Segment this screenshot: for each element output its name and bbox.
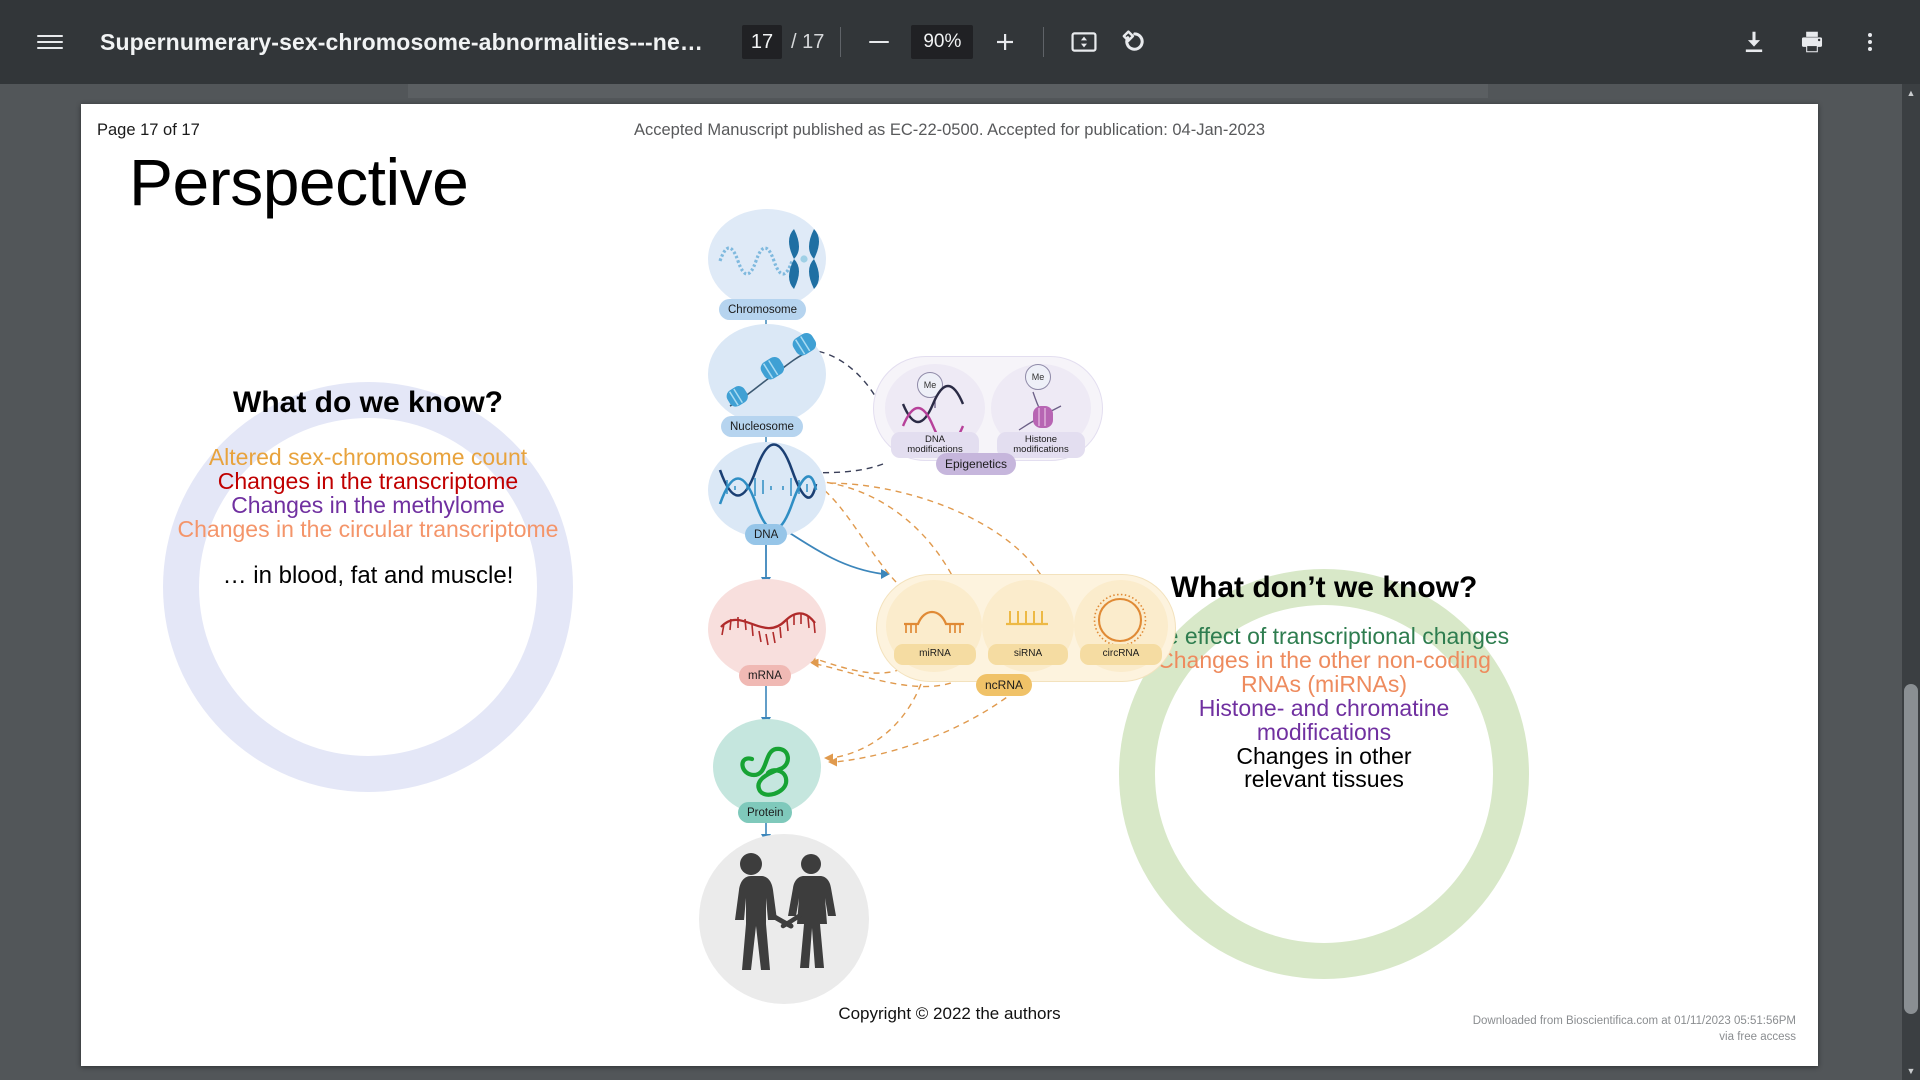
circrna-icon: [1093, 593, 1147, 647]
zoom-in-button[interactable]: [983, 20, 1027, 64]
hamburger-bar: [37, 46, 63, 50]
left-line: Changes in the transcriptome: [217, 467, 519, 494]
sirna-icon: [1006, 611, 1048, 626]
fit-to-page-icon: [1071, 32, 1097, 52]
mrna-strand-icon: [720, 612, 816, 646]
dna-helix-icon: [718, 443, 818, 531]
download-icon: [1745, 31, 1763, 53]
node-label-nucleosome: Nucleosome: [721, 416, 803, 437]
group-label-ncrna: ncRNA: [976, 674, 1033, 696]
pdf-viewer-area[interactable]: Page 17 of 17 Accepted Manuscript publis…: [0, 84, 1920, 1080]
page-number-input[interactable]: [742, 25, 782, 59]
previous-page-edge: [408, 84, 1488, 98]
central-pathway-diagram: Chromosome Nucleosome DNA mRNA Protein M…: [661, 124, 1221, 1044]
slide-title: Perspective: [129, 145, 469, 219]
download-button[interactable]: [1730, 18, 1778, 66]
download-attribution-line2: via free access: [1719, 1030, 1796, 1043]
protein-coil-icon: [740, 746, 790, 797]
page-navigation: / 17: [742, 25, 824, 59]
more-vertical-icon: [1867, 46, 1873, 52]
node-protein: Protein: [686, 719, 846, 831]
histone-modification-icon: [1018, 391, 1062, 431]
group-epigenetics: Me DNA modifications Me Histone modifica…: [873, 356, 1103, 484]
ncrna-label-sirna: siRNA: [988, 644, 1068, 665]
node-chromosome: Chromosome: [686, 209, 846, 327]
more-vertical-icon: [1867, 39, 1873, 45]
rotate-counterclockwise-icon: [1122, 30, 1145, 51]
zoom-controls: 90%: [857, 20, 1027, 64]
left-line: Changes in the methylome: [231, 491, 505, 518]
node-mrna: mRNA: [686, 579, 846, 694]
scroll-down-arrow-icon[interactable]: ▼: [1902, 1062, 1920, 1080]
zoom-out-button[interactable]: [857, 20, 901, 64]
left-circle-title: What do we know?: [233, 386, 503, 419]
group-label-epigenetics: Epigenetics: [936, 453, 1017, 475]
toolbar-divider: [840, 27, 842, 57]
node-label-dna: DNA: [745, 524, 788, 545]
chromosome-icon: [718, 229, 819, 289]
left-circle-footer: … in blood, fat and muscle!: [222, 561, 514, 589]
node-label-mrna: mRNA: [739, 665, 791, 686]
left-circle-lines: Altered sex-chromosome count Changes in …: [133, 444, 603, 542]
node-label-chromosome: Chromosome: [719, 299, 807, 320]
what-do-we-know-ring: What do we know? Altered sex-chromosome …: [163, 382, 573, 792]
more-vertical-icon: [1867, 32, 1873, 38]
vertical-scrollbar[interactable]: ▲ ▼: [1902, 84, 1920, 1080]
page-total-label: / 17: [791, 30, 825, 53]
methyl-badge-histone: Me: [1025, 364, 1051, 390]
hamburger-menu-icon[interactable]: [26, 18, 74, 66]
what-do-we-know-content: What do we know? Altered sex-chromosome …: [133, 386, 603, 589]
nucleosome-icon: [726, 332, 817, 407]
rotate-counterclockwise-button[interactable]: [1108, 18, 1156, 66]
toolbar-divider: [1043, 27, 1045, 57]
node-dna: DNA: [686, 442, 846, 552]
pdf-page: Page 17 of 17 Accepted Manuscript publis…: [81, 104, 1818, 1066]
print-icon: [1801, 31, 1823, 53]
ncrna-label-circrna: circRNA: [1080, 644, 1162, 665]
node-nucleosome: Nucleosome: [686, 324, 846, 442]
more-options-button[interactable]: [1846, 18, 1894, 66]
print-button[interactable]: [1788, 18, 1836, 66]
scrollbar-thumb[interactable]: [1904, 684, 1918, 1014]
dna-modification-icon: [901, 384, 965, 446]
plus-icon: [997, 34, 1014, 50]
male-female-silhouette-icon: [735, 853, 836, 970]
node-people: [681, 834, 869, 1009]
left-line: Changes in the circular transcriptome: [177, 515, 559, 542]
minus-icon: [869, 40, 890, 44]
hamburger-bar: [37, 34, 63, 38]
download-attribution-line1: Downloaded from Bioscientifica.com at 01…: [1472, 1015, 1796, 1027]
pdf-viewer-toolbar: Supernumerary-sex-chromosome-abnormaliti…: [0, 0, 1920, 84]
download-attribution: Downloaded from Bioscientifica.com at 01…: [1473, 1014, 1796, 1045]
ncrna-label-mirna: miRNA: [894, 644, 976, 665]
scroll-up-arrow-icon[interactable]: ▲: [1902, 84, 1920, 102]
left-line: Altered sex-chromosome count: [208, 444, 528, 470]
histone-mod-line2: modifications: [1013, 444, 1069, 455]
hamburger-bar: [37, 40, 63, 44]
zoom-level-value[interactable]: 90%: [911, 25, 974, 59]
toolbar-actions: [1730, 18, 1894, 66]
fit-to-page-button[interactable]: [1060, 18, 1108, 66]
node-label-protein: Protein: [738, 802, 793, 823]
group-ncrna: miRNA siRNA circRNA ncRNA: [876, 574, 1176, 714]
document-title: Supernumerary-sex-chromosome-abnormaliti…: [100, 28, 720, 55]
mirna-icon: [904, 610, 964, 633]
